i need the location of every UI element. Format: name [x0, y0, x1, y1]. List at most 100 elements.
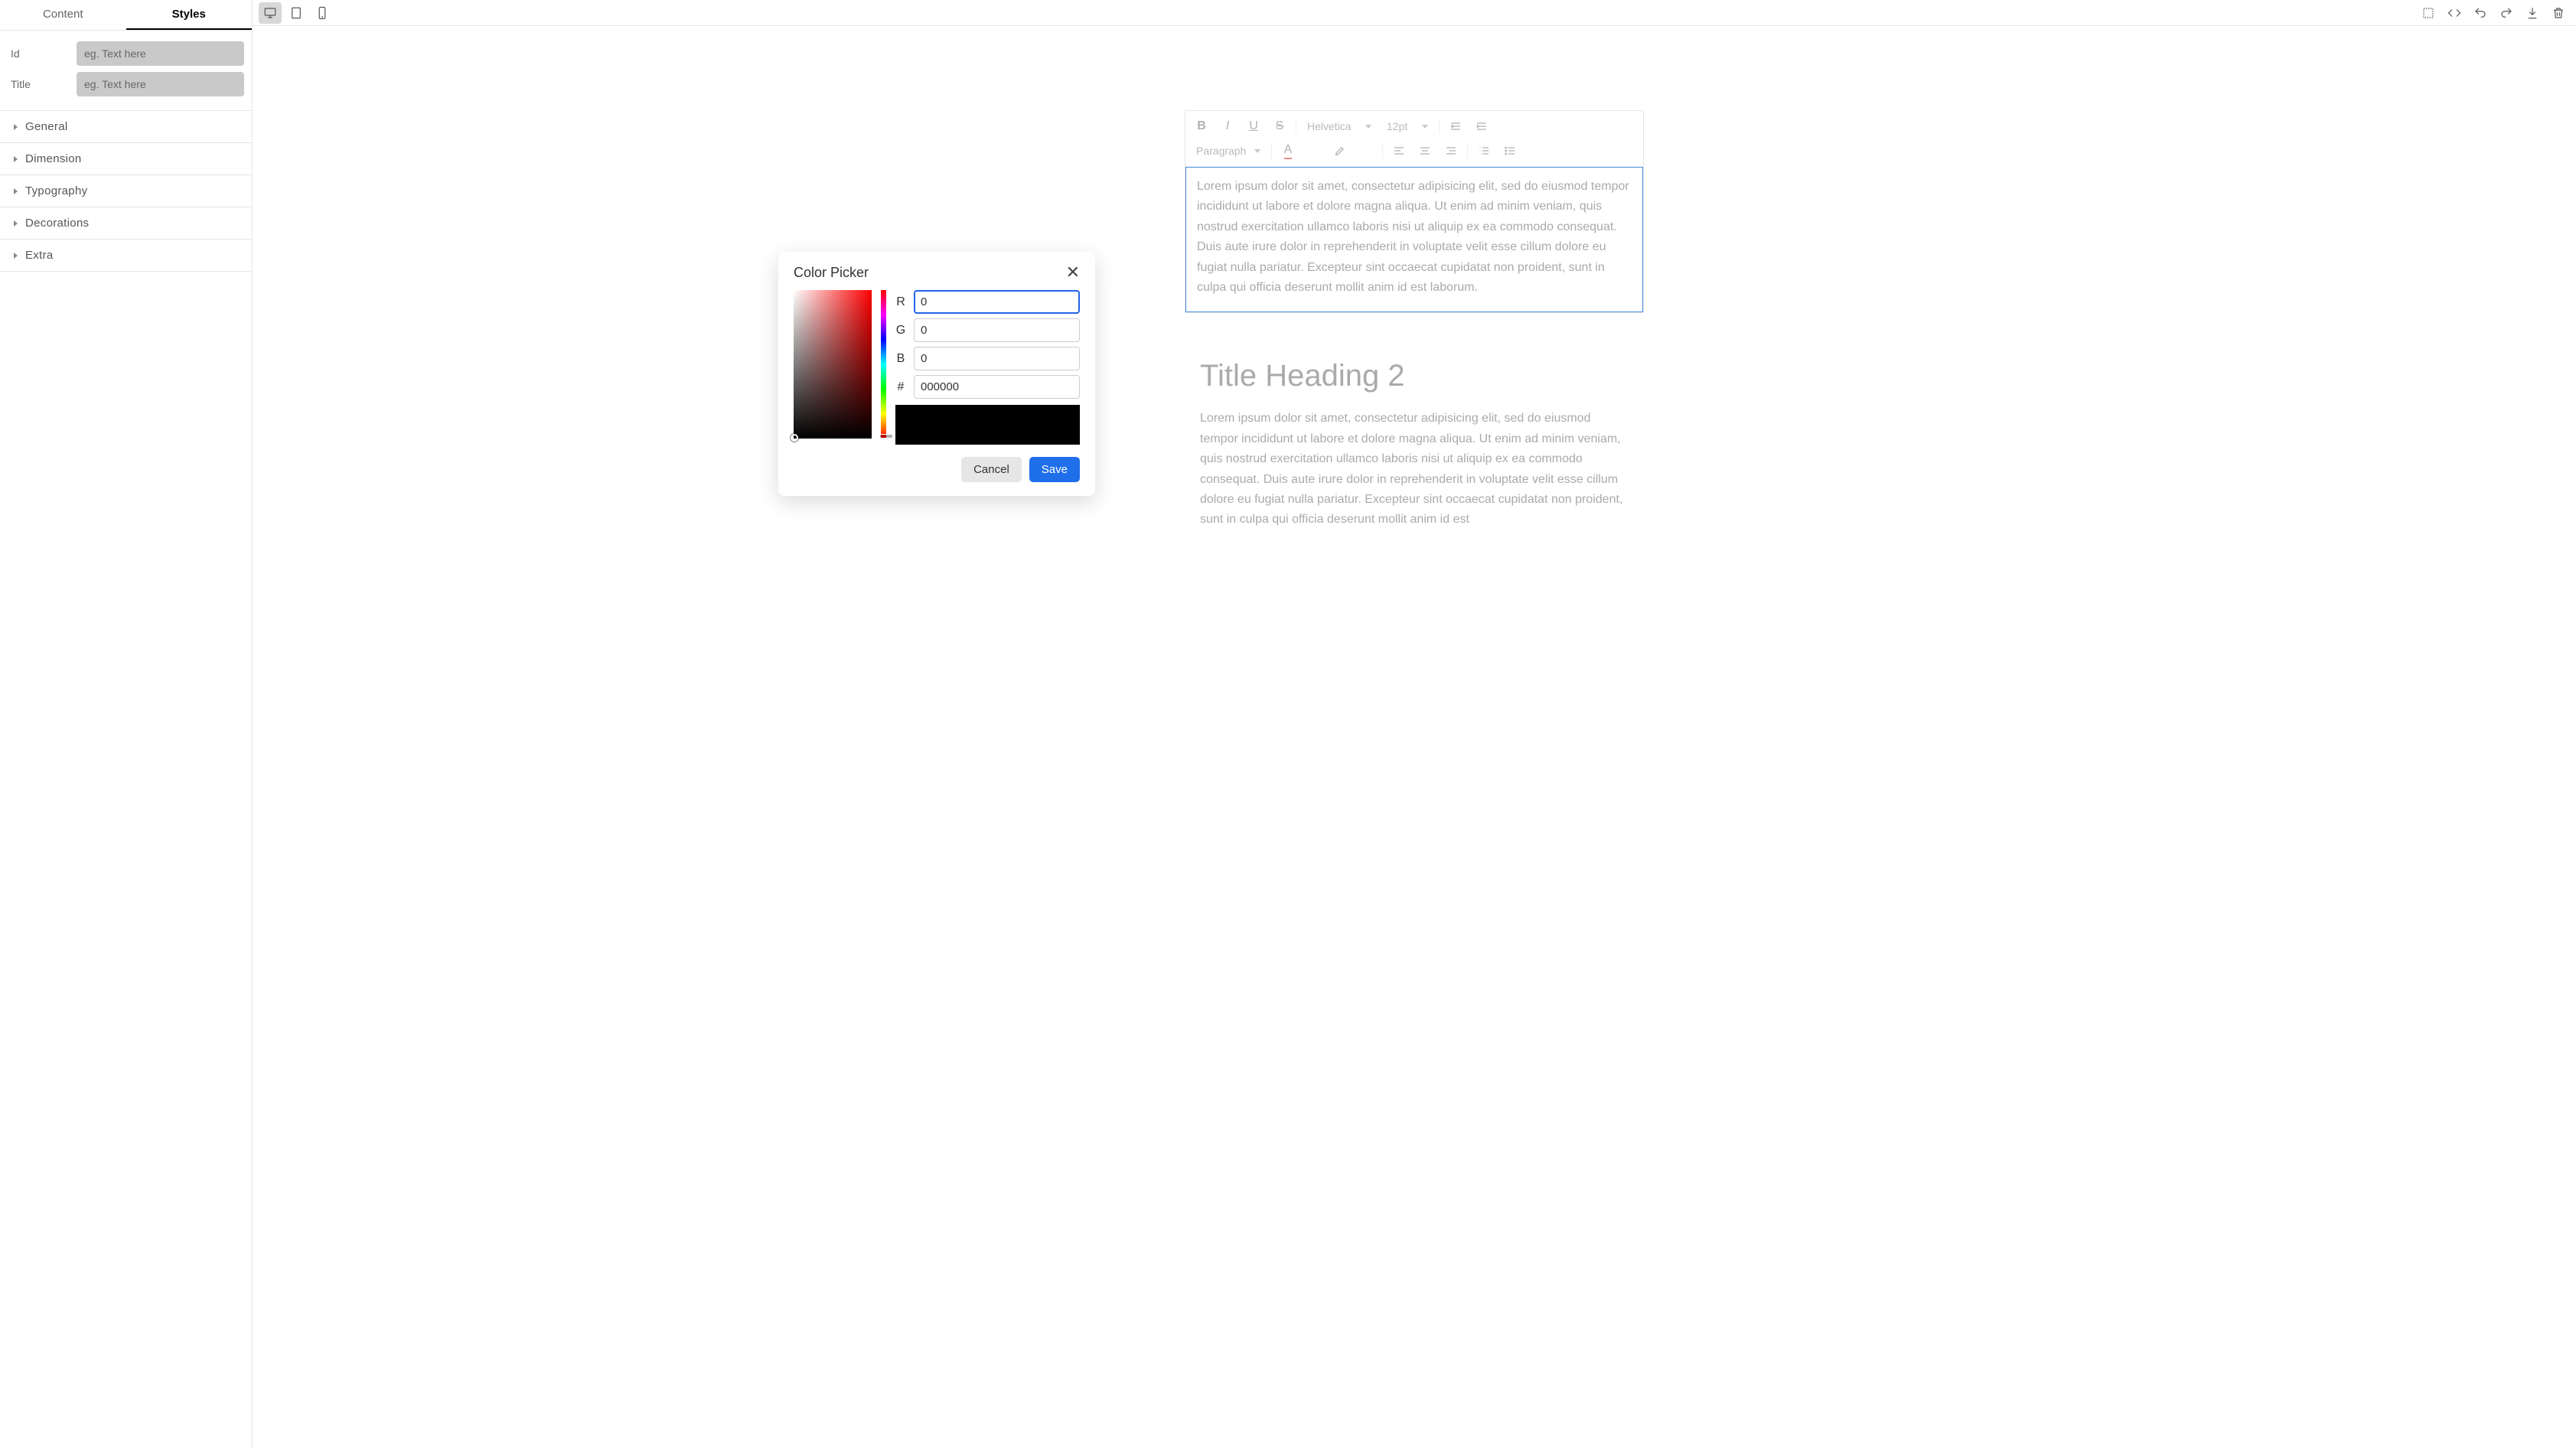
accordion-label: Decorations [25, 217, 89, 230]
top-toolbar [253, 0, 2576, 26]
chevron-down-icon [1422, 125, 1428, 129]
cancel-button[interactable]: Cancel [961, 457, 1022, 482]
device-desktop-button[interactable] [259, 2, 282, 24]
highlight-button[interactable] [1329, 140, 1352, 161]
close-button[interactable]: ✕ [1066, 264, 1080, 281]
device-tablet-button[interactable] [285, 2, 308, 24]
canvas[interactable]: B I U S Helvetica 12pt Paragraph [253, 26, 2576, 1448]
unordered-list-icon [1504, 145, 1516, 157]
code-icon [2447, 6, 2461, 20]
highlight-dropdown[interactable] [1355, 140, 1378, 161]
redo-button[interactable] [2495, 2, 2518, 24]
accordion-decorations[interactable]: Decorations [0, 207, 252, 240]
strike-button[interactable]: S [1268, 116, 1291, 137]
text-color-dropdown[interactable] [1303, 140, 1325, 161]
outdent-icon [1449, 120, 1462, 132]
chevron-right-icon [14, 253, 18, 259]
underline-button[interactable]: U [1242, 116, 1265, 137]
selection-button[interactable] [2417, 2, 2440, 24]
download-button[interactable] [2521, 2, 2544, 24]
color-swatch [895, 405, 1080, 445]
saturation-handle[interactable] [791, 434, 798, 442]
text-color-button[interactable]: A [1277, 140, 1299, 161]
ordered-list-icon [1478, 145, 1490, 157]
id-title-form: Id Title [0, 31, 252, 111]
text-block-1[interactable]: B I U S Helvetica 12pt Paragraph [1185, 110, 1644, 313]
accordion-label: General [25, 120, 67, 133]
italic-button[interactable]: I [1216, 116, 1239, 137]
indent-button[interactable] [1470, 116, 1493, 137]
code-button[interactable] [2443, 2, 2466, 24]
accordion-typography[interactable]: Typography [0, 175, 252, 207]
redo-icon [2499, 6, 2513, 20]
g-input[interactable] [914, 318, 1080, 342]
undo-icon [2473, 6, 2487, 20]
align-right-button[interactable] [1440, 140, 1462, 161]
align-center-button[interactable] [1414, 140, 1436, 161]
tab-styles[interactable]: Styles [126, 0, 253, 30]
r-input[interactable] [914, 290, 1080, 314]
align-left-icon [1393, 145, 1405, 157]
hue-handle[interactable] [879, 434, 893, 439]
tablet-icon [289, 6, 303, 20]
align-left-button[interactable] [1387, 140, 1410, 161]
unordered-list-button[interactable] [1498, 140, 1521, 161]
hex-input[interactable] [914, 375, 1080, 399]
undo-button[interactable] [2469, 2, 2492, 24]
font-size-select[interactable]: 12pt [1381, 117, 1434, 135]
align-right-icon [1445, 145, 1457, 157]
accordion-extra[interactable]: Extra [0, 240, 252, 272]
separator [1382, 143, 1383, 158]
ordered-list-button[interactable] [1472, 140, 1495, 161]
accordion-label: Extra [25, 249, 54, 262]
delete-button[interactable] [2547, 2, 2570, 24]
block-format-select[interactable]: Paragraph [1190, 142, 1267, 160]
title-input[interactable] [77, 72, 244, 96]
text-content[interactable]: Lorem ipsum dolor sit amet, consectetur … [1185, 167, 1643, 312]
id-input[interactable] [77, 41, 244, 66]
accordion-label: Dimension [25, 152, 82, 165]
device-mobile-button[interactable] [311, 2, 334, 24]
modal-title: Color Picker [794, 265, 869, 281]
r-label: R [895, 295, 906, 309]
mobile-icon [315, 6, 329, 20]
save-button[interactable]: Save [1029, 457, 1080, 482]
outdent-button[interactable] [1444, 116, 1467, 137]
accordion-dimension[interactable]: Dimension [0, 143, 252, 175]
chevron-right-icon [14, 220, 18, 227]
chevron-right-icon [14, 124, 18, 130]
highlight-icon [1334, 145, 1346, 157]
block-value: Paragraph [1196, 145, 1246, 157]
editor-toolbar: B I U S Helvetica 12pt Paragraph [1185, 111, 1643, 167]
chevron-right-icon [14, 188, 18, 194]
align-center-icon [1419, 145, 1431, 157]
sidebar: Content Styles Id Title General Dimensio… [0, 0, 253, 1448]
chevron-down-icon [1254, 149, 1260, 153]
separator [1467, 143, 1468, 158]
font-value: Helvetica [1307, 120, 1352, 132]
bold-button[interactable]: B [1190, 116, 1213, 137]
hue-slider[interactable] [881, 290, 886, 439]
accordion-general[interactable]: General [0, 111, 252, 143]
separator [1439, 119, 1440, 134]
b-label: B [895, 352, 906, 366]
hex-label: # [895, 380, 906, 394]
id-label: Id [8, 47, 77, 60]
selection-icon [2421, 6, 2435, 20]
title-label: Title [8, 78, 77, 90]
chevron-down-icon [1365, 125, 1371, 129]
main-area: B I U S Helvetica 12pt Paragraph [253, 0, 2576, 1448]
heading-2: Title Heading 2 [1200, 359, 1629, 393]
color-picker-modal: Color Picker ✕ R [778, 252, 1095, 496]
color-fields: R G B # [895, 290, 1080, 445]
text-content-2: Lorem ipsum dolor sit amet, consectetur … [1200, 409, 1629, 530]
tab-content[interactable]: Content [0, 0, 126, 30]
saturation-picker[interactable] [794, 290, 872, 439]
font-select[interactable]: Helvetica [1301, 117, 1378, 135]
b-input[interactable] [914, 347, 1080, 370]
trash-icon [2552, 6, 2565, 20]
download-icon [2525, 6, 2539, 20]
accordion-label: Typography [25, 184, 87, 197]
text-block-2[interactable]: Title Heading 2 Lorem ipsum dolor sit am… [1185, 344, 1644, 545]
sidebar-tabs: Content Styles [0, 0, 252, 31]
